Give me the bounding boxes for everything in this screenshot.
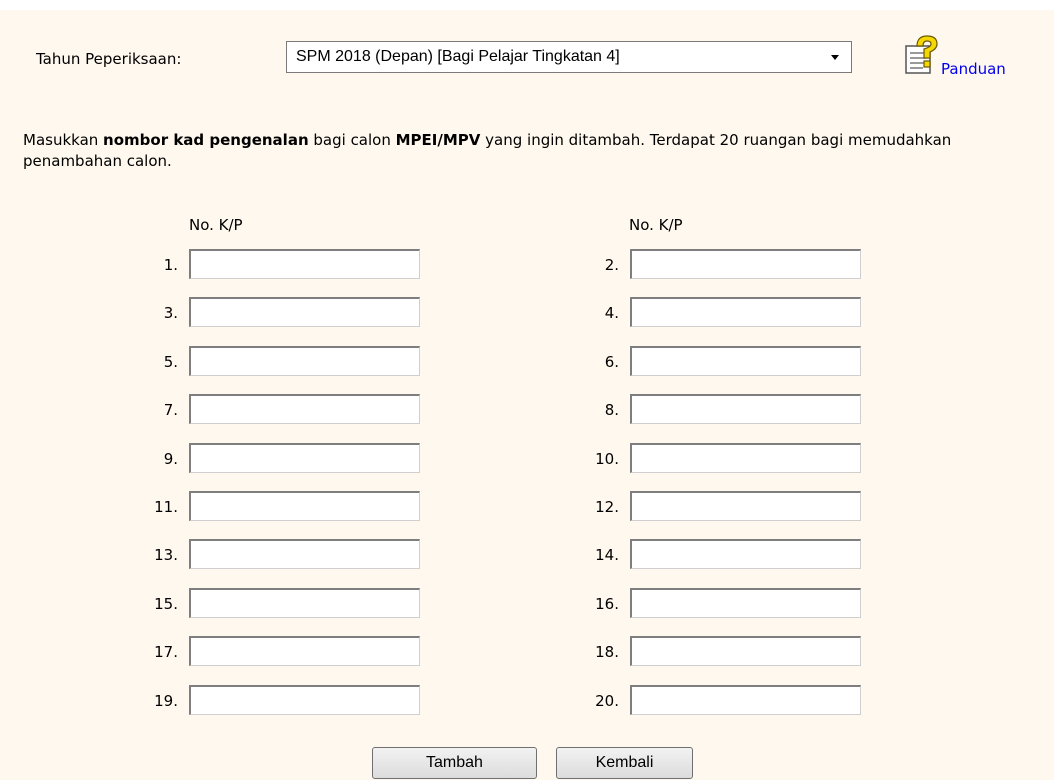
exam-year-select[interactable]: SPM 2018 (Depan) [Bagi Pelajar Tingkatan… xyxy=(286,41,852,73)
ic-number-input-14[interactable] xyxy=(630,539,861,569)
row-number-label: 8. xyxy=(604,401,619,419)
row-number-label: 13. xyxy=(154,546,178,564)
instructions-text: Masukkan nombor kad pengenalan bagi calo… xyxy=(23,130,1033,172)
row-number-label: 11. xyxy=(154,498,178,516)
exam-year-selected-value: SPM 2018 (Depan) [Bagi Pelajar Tingkatan… xyxy=(296,48,620,65)
guide-link-label[interactable]: Panduan xyxy=(941,60,1006,78)
ic-number-input-10[interactable] xyxy=(630,443,861,473)
ic-number-input-17[interactable] xyxy=(189,636,420,666)
ic-number-input-20[interactable] xyxy=(630,685,861,715)
row-number-label: 1. xyxy=(163,256,178,274)
ic-number-input-11[interactable] xyxy=(189,491,420,521)
ic-number-input-18[interactable] xyxy=(630,636,861,666)
dropdown-arrow-icon[interactable] xyxy=(831,55,839,60)
row-number-label: 5. xyxy=(163,353,178,371)
row-number-label: 2. xyxy=(604,256,619,274)
row-number-label: 17. xyxy=(154,643,178,661)
instructions-emphasis-ic: nombor kad pengenalan xyxy=(103,131,309,149)
page: Tahun Peperiksaan: SPM 2018 (Depan) [Bag… xyxy=(0,0,1054,780)
row-number-label: 16. xyxy=(595,595,619,613)
help-document-icon[interactable] xyxy=(903,35,943,75)
ic-number-input-3[interactable] xyxy=(189,297,420,327)
instructions-emphasis-candidate: MPEI/MPV xyxy=(395,131,481,149)
row-number-label: 7. xyxy=(163,401,178,419)
ic-number-input-4[interactable] xyxy=(630,297,861,327)
ic-number-input-5[interactable] xyxy=(189,346,420,376)
row-number-label: 9. xyxy=(163,450,178,468)
ic-number-input-6[interactable] xyxy=(630,346,861,376)
guide-link[interactable]: Panduan xyxy=(903,35,1033,79)
row-number-label: 19. xyxy=(154,692,178,710)
row-number-label: 14. xyxy=(595,546,619,564)
ic-number-input-8[interactable] xyxy=(630,394,861,424)
ic-number-input-19[interactable] xyxy=(189,685,420,715)
ic-number-input-13[interactable] xyxy=(189,539,420,569)
add-button[interactable]: Tambah xyxy=(372,747,537,779)
row-number-label: 20. xyxy=(595,692,619,710)
column-header-right: No. K/P xyxy=(629,216,683,234)
back-button[interactable]: Kembali xyxy=(556,747,693,779)
form-panel xyxy=(0,10,1054,780)
row-number-label: 10. xyxy=(595,450,619,468)
instructions-part: bagi calon xyxy=(308,131,396,149)
column-header-left: No. K/P xyxy=(189,216,243,234)
ic-number-input-9[interactable] xyxy=(189,443,420,473)
ic-number-input-2[interactable] xyxy=(630,249,861,279)
ic-number-input-7[interactable] xyxy=(189,394,420,424)
exam-year-label: Tahun Peperiksaan: xyxy=(36,50,182,68)
ic-number-input-15[interactable] xyxy=(189,588,420,618)
row-number-label: 4. xyxy=(604,304,619,322)
ic-number-input-1[interactable] xyxy=(189,249,420,279)
row-number-label: 3. xyxy=(163,304,178,322)
ic-number-input-12[interactable] xyxy=(630,491,861,521)
row-number-label: 15. xyxy=(154,595,178,613)
row-number-label: 12. xyxy=(595,498,619,516)
row-number-label: 18. xyxy=(595,643,619,661)
row-number-label: 6. xyxy=(604,353,619,371)
ic-number-input-16[interactable] xyxy=(630,588,861,618)
instructions-part: Masukkan xyxy=(23,131,104,149)
